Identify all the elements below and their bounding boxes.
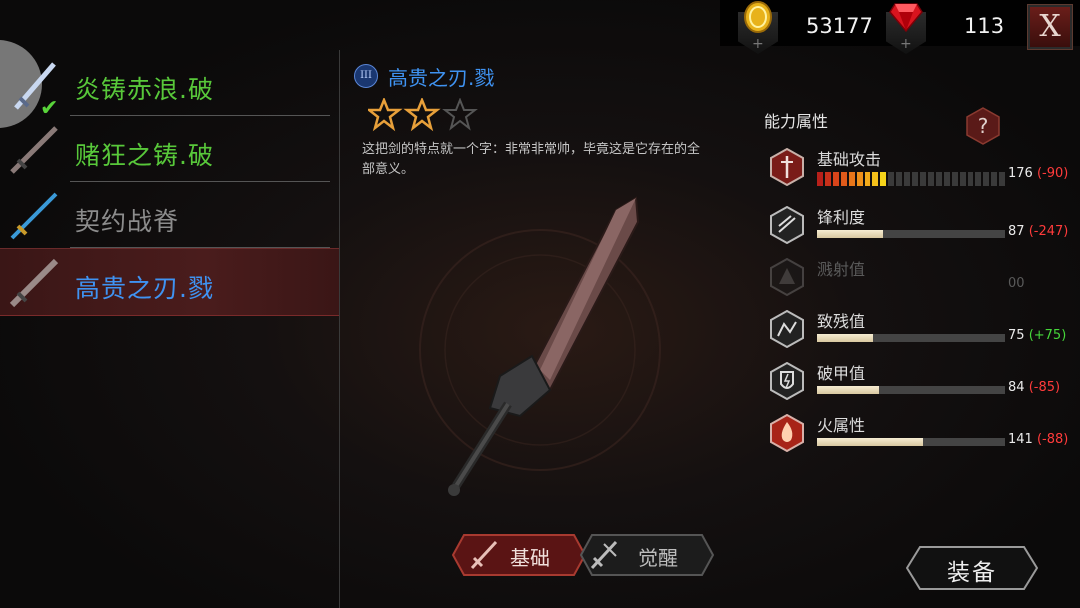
stat-value: 176 (-90) [1008, 166, 1069, 181]
stat-label: 溅射值 [817, 260, 866, 279]
attack-icon [770, 148, 804, 186]
stat-bar-fill [817, 230, 883, 238]
gold-coin-icon [744, 1, 772, 33]
bar-segment [959, 172, 966, 186]
bar-segment [840, 172, 847, 186]
bar-segment [880, 172, 887, 186]
weapon-title: 高贵之刃.戮 [388, 66, 495, 90]
plus-icon: + [752, 36, 764, 52]
stat-delta: (-88) [1036, 432, 1069, 447]
bar-segment [919, 172, 926, 186]
weapon-name: 契约战脊 [75, 207, 180, 236]
bar-segment [991, 172, 998, 186]
weapon-name: 赌狂之铸.破 [75, 141, 214, 170]
bar-segment [817, 172, 823, 186]
weapon-description: 这把剑的特点就一个字：非常非常帅，毕竟这是它存在的全部意义。 [362, 142, 701, 177]
stat-delta: (-90) [1036, 166, 1069, 181]
stat-label: 锋利度 [817, 208, 866, 227]
weapon-item-2[interactable]: 契约战脊 [0, 182, 340, 248]
red-gem-icon [889, 3, 923, 32]
bar-segment [975, 172, 982, 186]
bar-segment [888, 172, 895, 186]
cripple-icon [770, 310, 804, 348]
bar-segment [824, 172, 831, 186]
help-glyph: ? [978, 114, 989, 138]
equip-button-label: 装备 [947, 560, 997, 586]
help-icon[interactable]: ? [966, 107, 1000, 145]
stat-bar [817, 386, 1005, 394]
tab-awaken-label: 觉醒 [638, 546, 678, 570]
tier-badge: III [354, 64, 378, 88]
weapon-item-3[interactable]: 高贵之刃.戮 [0, 248, 340, 316]
stat-value: 75 (+75) [1008, 328, 1067, 343]
rarity-stars [365, 96, 478, 136]
stat-row-fire: 火属性 141 (-88) [770, 412, 1080, 456]
bar-segment [967, 172, 974, 186]
weapon-sword-image [419, 196, 661, 496]
coin-count: 53177 [806, 14, 873, 38]
bar-segment [927, 172, 934, 186]
stat-value: 141 (-88) [1008, 432, 1069, 447]
close-button[interactable]: X [1028, 5, 1072, 49]
attack-segmented-bar [817, 172, 1006, 186]
plus-icon: + [900, 36, 912, 52]
weapon-list: 炎铸赤浪.破 赌狂之铸.破 契约战脊 高贵之刃.戮 [0, 50, 340, 316]
stat-row-attack: 基础攻击 176 (-90) [770, 146, 1080, 190]
fire-icon [770, 414, 804, 452]
stat-bar [817, 230, 1005, 238]
bar-segment [983, 172, 990, 186]
add-coins-button[interactable]: + [738, 0, 778, 58]
bar-segment [935, 172, 942, 186]
currency-bar: + 53177 + 113 X [720, 0, 1080, 54]
tab-basic-label: 基础 [510, 546, 550, 570]
bar-segment [832, 172, 839, 186]
armor-break-icon [770, 362, 804, 400]
bar-segment [896, 172, 903, 186]
bar-segment [848, 172, 855, 186]
bar-segment [856, 172, 863, 186]
stat-row-armor-break: 破甲值 84 (-85) [770, 360, 1080, 404]
stat-value: 00 [1008, 276, 1025, 291]
gem-count: 113 [964, 14, 1005, 38]
stat-value: 87 (-247) [1008, 224, 1069, 239]
stat-value: 84 (-85) [1008, 380, 1061, 395]
stat-row-sharpness: 锋利度 87 (-247) [770, 204, 1080, 248]
weapon-item-1[interactable]: 赌狂之铸.破 [0, 116, 340, 182]
stat-label: 破甲值 [817, 364, 866, 383]
stat-delta: (-85) [1028, 380, 1061, 395]
stat-bar-fill [817, 386, 880, 394]
stat-row-cripple: 致残值 75 (+75) [770, 308, 1080, 352]
bar-segment [872, 172, 879, 186]
add-gems-button[interactable]: + [886, 0, 926, 58]
sharpness-icon [770, 206, 804, 244]
stat-label: 致残值 [817, 312, 866, 331]
panel-divider [339, 50, 340, 608]
stat-label: 基础攻击 [817, 150, 882, 169]
bar-segment [912, 172, 918, 186]
stat-row-splash: 溅射值 00 [770, 256, 1080, 300]
stat-bar [817, 438, 1005, 446]
weapon-item-0[interactable]: 炎铸赤浪.破 [0, 50, 340, 116]
splash-icon [770, 258, 804, 296]
sword-thumb-icon [10, 192, 58, 240]
bar-segment [864, 172, 871, 186]
stat-delta: (+75) [1028, 328, 1067, 343]
weapon-name: 炎铸赤浪.破 [75, 75, 214, 104]
bar-segment [943, 172, 950, 186]
weapon-name: 高贵之刃.戮 [75, 274, 214, 303]
stat-bar-fill [817, 438, 924, 446]
bar-segment [951, 172, 958, 186]
bar-segment [904, 172, 911, 186]
star-empty-icon [442, 97, 478, 131]
stat-bar [817, 334, 1005, 342]
stat-bar-fill [817, 334, 874, 342]
star-filled-icon [365, 96, 403, 132]
star-filled-icon [403, 96, 441, 132]
stat-label: 火属性 [817, 416, 866, 435]
bar-segment [999, 172, 1006, 186]
sword-thumb-icon [10, 126, 58, 174]
stat-delta: (-247) [1028, 224, 1069, 239]
stats-title: 能力属性 [764, 112, 829, 131]
sword-thumb-icon [9, 258, 59, 308]
